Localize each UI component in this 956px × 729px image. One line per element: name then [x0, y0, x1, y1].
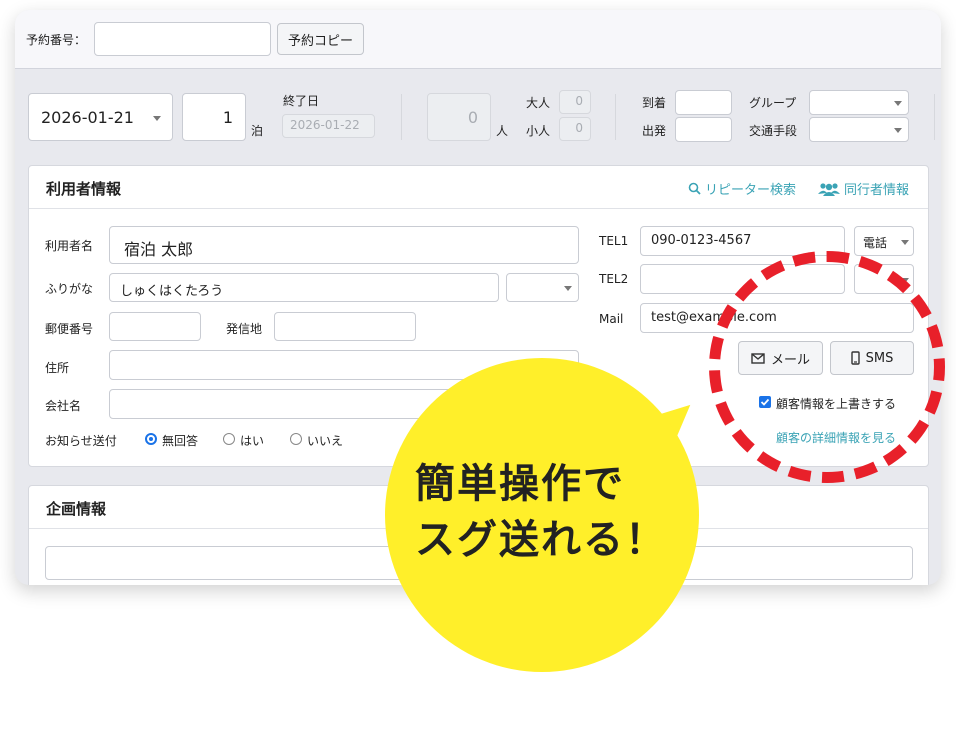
tel1-label: TEL1	[599, 234, 629, 248]
kana-extra-select[interactable]	[506, 273, 579, 302]
reservation-no-label: 予約番号：	[26, 33, 87, 47]
notify-option-yes: はい	[240, 434, 265, 448]
tel1-type-select[interactable]: 電話	[854, 226, 914, 256]
repeater-search-link[interactable]: リピーター検索	[688, 179, 796, 198]
search-icon	[688, 182, 701, 195]
chevron-down-icon	[153, 116, 161, 121]
guests-total-value: 0	[467, 108, 478, 127]
kana-value: しゅくはくたろう	[120, 284, 224, 299]
checkin-date-select[interactable]: 2026-01-21	[28, 93, 173, 141]
origin-input[interactable]	[274, 312, 416, 341]
mail-label: Mail	[599, 312, 624, 326]
notify-option-none: 無回答	[162, 434, 199, 448]
chevron-down-icon	[901, 240, 909, 245]
arrival-input[interactable]	[675, 90, 732, 115]
checkin-date-value: 2026-01-21	[41, 108, 134, 127]
child-count-value: 0	[575, 121, 583, 135]
company-label: 会社名	[45, 399, 82, 413]
callout-text: 簡単操作で スグ送れる！	[415, 456, 705, 568]
guests-total-field: 0	[427, 93, 491, 141]
departure-input[interactable]	[675, 117, 732, 142]
plan-info-title: 企画情報	[46, 500, 107, 518]
notify-radio-yes[interactable]	[223, 433, 235, 445]
user-info-header: 利用者情報 リピーター検索 同行者情報	[29, 166, 928, 209]
departure-label: 出発	[642, 124, 667, 138]
child-label: 小人	[526, 124, 551, 138]
repeater-search-label: リピーター検索	[705, 183, 797, 198]
address-label: 住所	[45, 361, 70, 375]
reservation-no-input[interactable]	[94, 22, 271, 56]
user-info-title: 利用者情報	[46, 180, 122, 198]
tel2-label: TEL2	[599, 272, 629, 286]
origin-label: 発信地	[226, 322, 263, 336]
name-input[interactable]: 宿泊 太郎	[109, 226, 579, 264]
end-date-label: 終了日	[283, 94, 320, 108]
copy-reservation-label: 予約コピー	[287, 33, 353, 49]
highlight-dashed-circle	[709, 251, 945, 483]
group-select[interactable]	[809, 90, 909, 115]
notify-radio-none[interactable]	[145, 433, 157, 445]
callout-line-1: 簡単操作で	[415, 461, 625, 507]
tel1-type-value: 電話	[863, 236, 888, 250]
notify-radio-no[interactable]	[290, 433, 302, 445]
kana-input[interactable]: しゅくはくたろう	[109, 273, 499, 302]
arrival-label: 到着	[642, 96, 667, 110]
name-label: 利用者名	[45, 239, 94, 253]
tel1-value: 090-0123-4567	[651, 233, 752, 248]
copy-reservation-button[interactable]: 予約コピー	[277, 23, 364, 55]
postal-input[interactable]	[109, 312, 201, 341]
kana-label: ふりがな	[45, 282, 94, 296]
divider	[934, 94, 935, 140]
guests-unit: 人	[496, 124, 509, 138]
notify-label: お知らせ送付	[45, 434, 117, 448]
adult-label: 大人	[526, 96, 551, 110]
transport-select[interactable]	[809, 117, 909, 142]
chevron-down-icon	[894, 101, 902, 106]
notify-option-no: いいえ	[307, 434, 344, 448]
adult-count-field: 0	[559, 90, 591, 114]
nights-unit: 泊	[251, 124, 264, 138]
callout-line-2: スグ送れる！	[415, 517, 667, 563]
divider	[401, 94, 402, 140]
name-value: 宿泊 太郎	[124, 240, 194, 259]
adult-count-value: 0	[575, 94, 583, 108]
top-bar: 予約番号： 予約コピー	[15, 10, 941, 69]
divider	[615, 94, 616, 140]
postal-label: 郵便番号	[45, 322, 94, 336]
chevron-down-icon	[894, 128, 902, 133]
child-count-field: 0	[559, 117, 591, 141]
companion-info-label: 同行者情報	[844, 183, 910, 198]
users-icon	[818, 182, 840, 196]
end-date-field: 2026-01-22	[282, 114, 375, 138]
chevron-down-icon	[564, 286, 572, 291]
group-label: グループ	[749, 96, 797, 110]
companion-info-link[interactable]: 同行者情報	[818, 179, 909, 198]
end-date-value: 2026-01-22	[290, 118, 360, 132]
transport-label: 交通手段	[749, 124, 798, 138]
nights-input[interactable]: 1	[182, 93, 246, 141]
nights-value: 1	[222, 108, 233, 127]
